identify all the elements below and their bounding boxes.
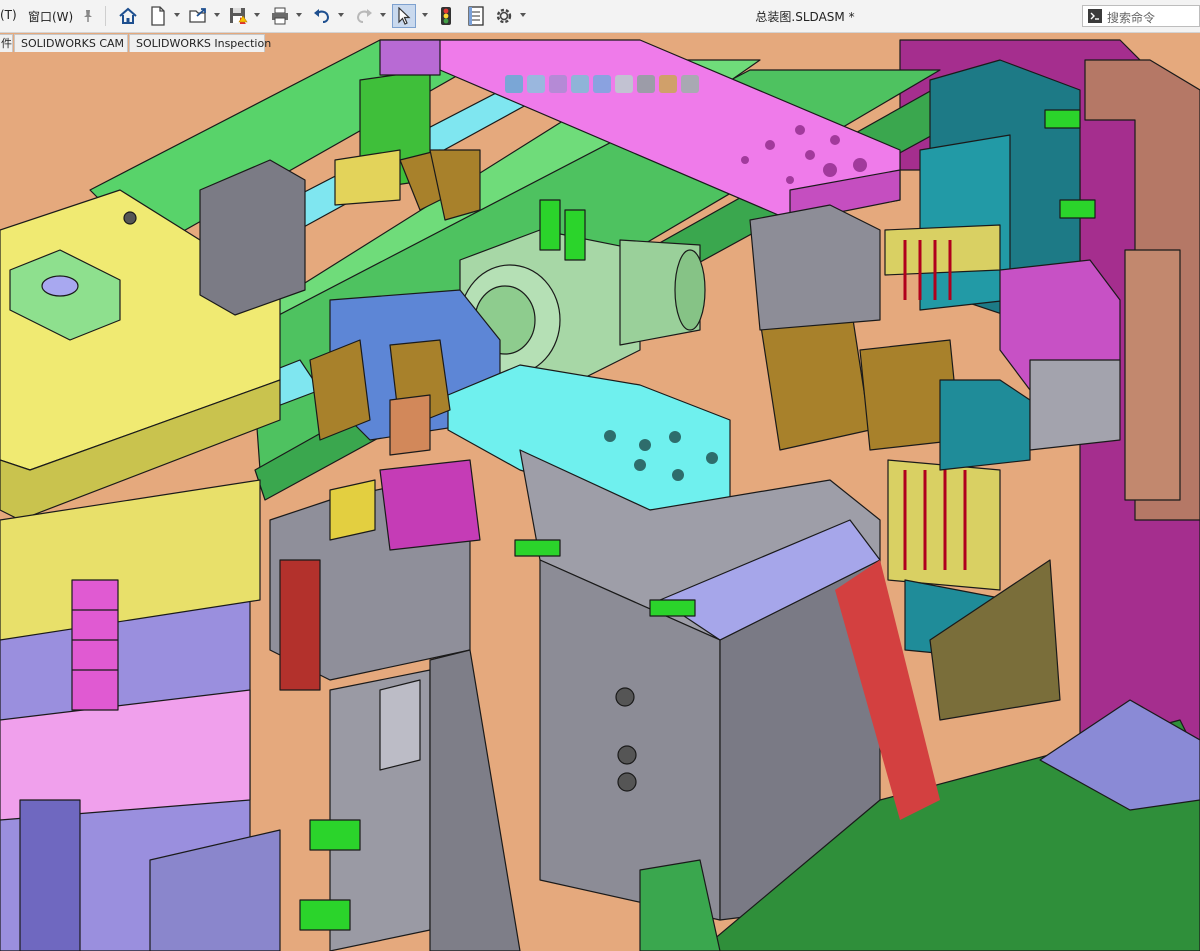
undo-dropdown[interactable] xyxy=(338,13,344,17)
command-manager-tabs: 件 SOLIDWORKS CAM SOLIDWORKS Inspection xyxy=(0,33,1200,53)
options-button[interactable] xyxy=(492,4,516,28)
document-title: 总装图.SLDASM * xyxy=(755,10,855,24)
print-button[interactable] xyxy=(268,4,292,28)
view-orientation-icon[interactable] xyxy=(571,75,589,93)
print-dropdown[interactable] xyxy=(296,13,302,17)
title-bar: (T) 窗口(W) 总装图.SLDASM * 搜索命令 xyxy=(0,0,1200,33)
options-dropdown[interactable] xyxy=(520,13,526,17)
select-button[interactable] xyxy=(392,4,416,28)
search-input[interactable]: 搜索命令 xyxy=(1107,9,1155,26)
save-icon xyxy=(230,8,248,24)
redo-icon xyxy=(356,9,372,23)
zoom-area-icon[interactable] xyxy=(527,75,545,93)
magenta-mount-block xyxy=(379,459,481,551)
tab-components[interactable]: 件 xyxy=(0,34,13,52)
view-settings-icon[interactable] xyxy=(681,75,699,93)
new-document-dropdown[interactable] xyxy=(174,13,180,17)
display-style-icon[interactable] xyxy=(593,75,611,93)
appearance-icon[interactable] xyxy=(637,75,655,93)
tab-solidworks-cam[interactable]: SOLIDWORKS CAM xyxy=(14,34,128,52)
options-icon xyxy=(496,8,512,24)
new-document-button[interactable] xyxy=(146,4,170,28)
zoom-to-fit-icon[interactable] xyxy=(505,75,523,93)
teal-bracket xyxy=(939,379,1031,471)
pin-button[interactable] xyxy=(76,4,100,28)
select-dropdown[interactable] xyxy=(422,13,428,17)
file-properties-button[interactable] xyxy=(464,4,488,28)
redo-dropdown[interactable] xyxy=(380,13,386,17)
traffic-light-icon xyxy=(441,7,451,25)
rebuild-button[interactable] xyxy=(434,4,458,28)
pin-icon xyxy=(84,10,92,22)
tab-solidworks-inspection[interactable]: SOLIDWORKS Inspection xyxy=(129,34,271,52)
graphics-area[interactable]: 件 SOLIDWORKS CAM SOLIDWORKS Inspection xyxy=(0,33,1200,951)
command-search-icon xyxy=(1088,9,1102,23)
home-icon xyxy=(119,7,137,24)
search-box[interactable]: 搜索命令 xyxy=(1082,5,1200,27)
open-icon xyxy=(189,8,206,23)
redo-button[interactable] xyxy=(352,4,376,28)
hide-show-icon[interactable] xyxy=(615,75,633,93)
section-view-icon[interactable] xyxy=(549,75,567,93)
assembly-model[interactable] xyxy=(0,33,1200,951)
undo-button[interactable] xyxy=(310,4,334,28)
toolbar-separator xyxy=(105,6,106,26)
file-properties-icon xyxy=(468,6,484,26)
new-document-icon xyxy=(151,6,165,26)
menu-window[interactable]: 窗口(W) xyxy=(28,8,73,25)
open-dropdown[interactable] xyxy=(214,13,220,17)
grey-block-upper xyxy=(199,159,306,316)
spring-column xyxy=(71,579,119,711)
print-icon xyxy=(272,7,288,25)
undo-icon xyxy=(314,9,330,23)
scene-icon[interactable] xyxy=(659,75,677,93)
save-dropdown[interactable] xyxy=(254,13,260,17)
select-icon xyxy=(398,7,411,25)
menu-tools[interactable]: (T) xyxy=(0,8,17,22)
yellow-pin-frame-upper xyxy=(884,224,1001,276)
save-button[interactable] xyxy=(226,4,250,28)
heads-up-view-toolbar xyxy=(505,73,699,95)
open-button[interactable] xyxy=(186,4,210,28)
home-button[interactable] xyxy=(116,4,140,28)
